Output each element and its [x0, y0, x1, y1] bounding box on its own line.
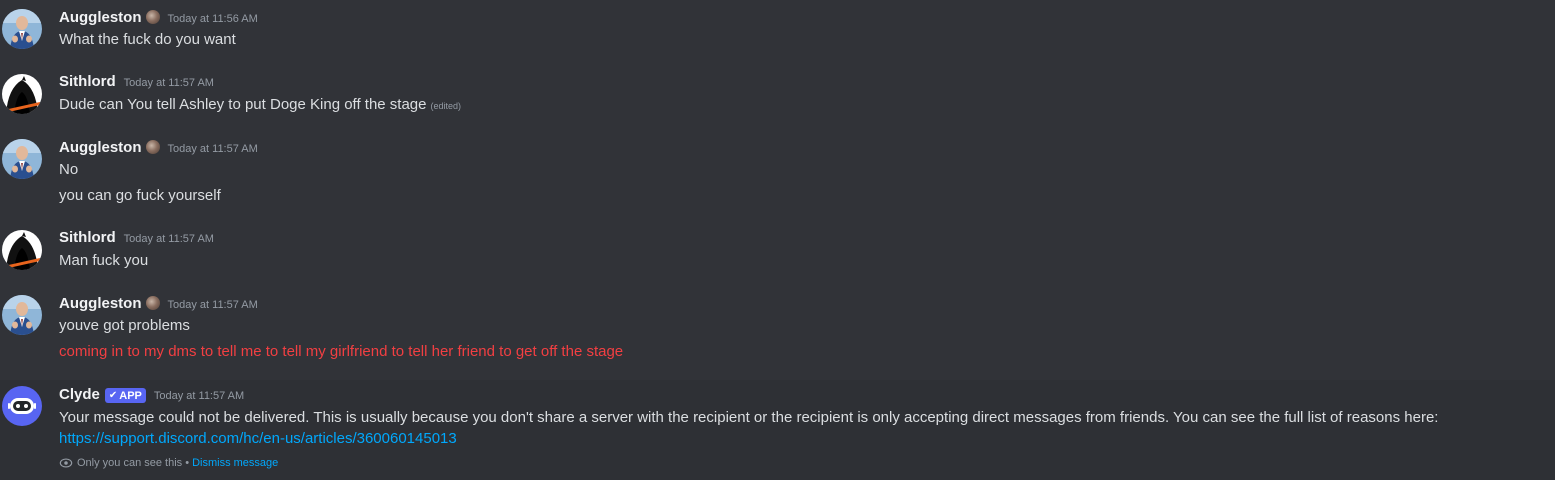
chat-messages: Auggleston Today at 11:56 AM What the fu…	[0, 0, 1555, 480]
clyde-avatar[interactable]	[2, 386, 42, 426]
clyde-message-text: Your message could not be delivered. Thi…	[59, 409, 1439, 426]
message-text: you can go fuck yourself	[59, 187, 221, 204]
user-avatar-suit-icon	[2, 139, 42, 179]
avatar[interactable]	[2, 9, 42, 49]
username[interactable]: Auggleston	[59, 139, 142, 156]
timestamp: Today at 11:57 AM	[123, 77, 214, 89]
clyde-bot-icon	[2, 386, 42, 426]
avatar-decoration-icon	[145, 296, 160, 310]
avatar[interactable]	[2, 230, 42, 270]
user-avatar-hooded-figure-icon	[2, 74, 42, 114]
ephemeral-note: Only you can see this •	[77, 457, 190, 469]
username[interactable]: Auggleston	[59, 9, 142, 26]
avatar[interactable]	[2, 139, 42, 179]
eye-icon	[59, 458, 73, 468]
user-avatar-hooded-figure-icon	[2, 230, 42, 270]
message-text: Dude can You tell Ashley to put Doge Kin…	[59, 95, 461, 116]
message-text: youve got problems	[59, 317, 190, 334]
avatar[interactable]	[2, 74, 42, 114]
timestamp: Today at 11:57 AM	[167, 143, 258, 155]
dismiss-message-link[interactable]: Dismiss message	[192, 457, 278, 469]
failed-message-text: coming in to my dms to tell me to tell m…	[59, 343, 624, 360]
timestamp: Today at 11:56 AM	[167, 13, 258, 25]
message-content: Dude can You tell Ashley to put Doge Kin…	[59, 96, 427, 113]
avatar-decoration-icon	[145, 10, 160, 24]
timestamp: Today at 11:57 AM	[153, 390, 245, 402]
message-text: No	[59, 161, 79, 178]
username[interactable]: Auggleston	[59, 295, 142, 312]
timestamp: Today at 11:57 AM	[123, 233, 214, 245]
timestamp: Today at 11:57 AM	[167, 299, 258, 311]
verified-check-icon: ✔	[108, 390, 118, 401]
avatar[interactable]	[2, 295, 42, 335]
edited-label: (edited)	[430, 101, 462, 111]
app-badge: ✔ APP	[104, 388, 146, 403]
app-badge-label: APP	[119, 389, 142, 402]
username[interactable]: Sithlord	[59, 229, 116, 246]
message-text: Man fuck you	[59, 252, 149, 269]
user-avatar-suit-icon	[2, 295, 42, 335]
username[interactable]: Sithlord	[59, 73, 116, 90]
user-avatar-suit-icon	[2, 9, 42, 49]
message-text: What the fuck do you want	[59, 31, 236, 48]
avatar-decoration-icon	[145, 140, 160, 154]
ephemeral-notice: Only you can see this • Dismiss message	[59, 456, 278, 470]
username[interactable]: Clyde	[59, 386, 100, 403]
support-link[interactable]: https://support.discord.com/hc/en-us/art…	[59, 429, 457, 449]
